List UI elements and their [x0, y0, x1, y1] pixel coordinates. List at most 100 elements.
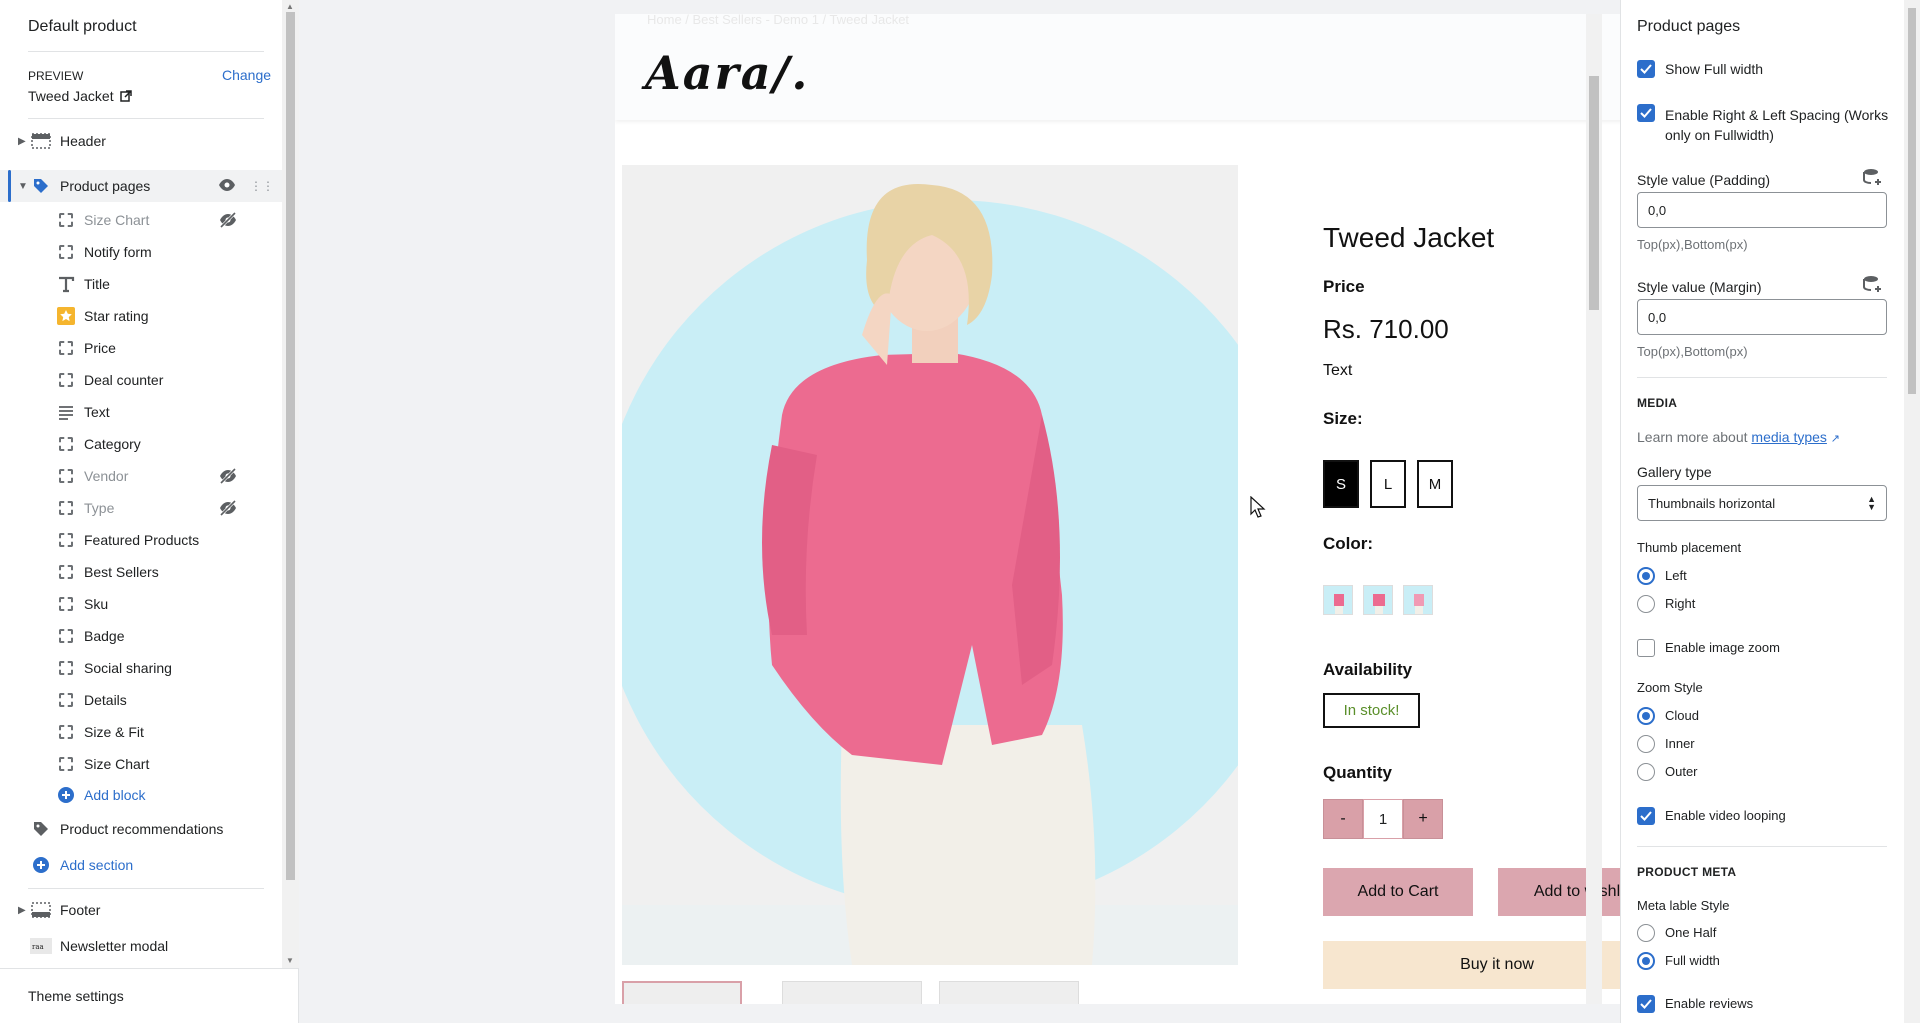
product-thumbnail[interactable]: [622, 981, 742, 1004]
dashed-square-icon: [57, 563, 75, 581]
color-swatch[interactable]: [1403, 585, 1433, 615]
product-thumbnail[interactable]: [939, 981, 1079, 1004]
video-looping-label: Enable video looping: [1665, 808, 1786, 823]
block-item[interactable]: Size Chart: [0, 748, 282, 780]
add-section-button[interactable]: Add section: [0, 849, 282, 881]
eye-icon[interactable]: [218, 178, 236, 195]
dynamic-source-icon[interactable]: [1863, 275, 1883, 293]
block-label: Type: [84, 500, 115, 516]
color-swatch[interactable]: [1363, 585, 1393, 615]
change-preview-link[interactable]: Change: [222, 67, 271, 83]
section-footer[interactable]: ▶ Footer: [0, 894, 282, 926]
section-header[interactable]: ▶ Header: [0, 125, 282, 157]
gallery-type-label: Gallery type: [1637, 464, 1712, 480]
block-item[interactable]: Featured Products: [0, 524, 282, 556]
add-section-label: Add section: [60, 857, 134, 873]
dynamic-source-icon[interactable]: [1863, 168, 1883, 186]
block-label: Badge: [84, 628, 125, 644]
dashed-square-icon: [57, 755, 75, 773]
enable-spacing-checkbox[interactable]: [1637, 104, 1655, 122]
preview-scrollbar-thumb[interactable]: [1589, 76, 1599, 310]
media-types-link[interactable]: media types: [1751, 429, 1826, 445]
show-full-width-checkbox[interactable]: [1637, 60, 1655, 78]
block-item[interactable]: Category: [0, 428, 282, 460]
enable-image-zoom-checkbox[interactable]: [1637, 639, 1655, 657]
meta-one-half-radio[interactable]: [1637, 924, 1655, 942]
drag-handle-icon[interactable]: ⋮⋮: [250, 179, 274, 193]
quantity-decrease-button[interactable]: -: [1323, 799, 1363, 839]
preview-scrollbar[interactable]: [1586, 14, 1602, 1004]
quantity-increase-button[interactable]: +: [1403, 799, 1443, 839]
eye-slash-icon[interactable]: [219, 499, 237, 517]
section-newsletter-modal[interactable]: raa Newsletter modal: [0, 930, 282, 962]
zoom-style-outer-radio[interactable]: [1637, 763, 1655, 781]
size-option-m[interactable]: M: [1417, 460, 1453, 508]
block-item[interactable]: Vendor: [0, 460, 282, 492]
block-item[interactable]: Notify form: [0, 236, 282, 268]
gallery-type-select[interactable]: Thumbnails horizontal ▲ ▼: [1637, 485, 1887, 521]
zoom-cloud-label: Cloud: [1665, 708, 1699, 723]
block-item[interactable]: Title: [0, 268, 282, 300]
eye-slash-icon[interactable]: [219, 211, 237, 229]
breadcrumb[interactable]: Home / Best Sellers - Demo 1 / Tweed Jac…: [647, 14, 909, 27]
left-scrollbar-thumb[interactable]: [286, 12, 295, 880]
meta-full-width-radio[interactable]: [1637, 952, 1655, 970]
settings-scrollbar[interactable]: [1904, 0, 1920, 1023]
external-link-icon: ↗: [1830, 433, 1841, 445]
template-title: Default product: [28, 18, 137, 35]
block-item[interactable]: Sku: [0, 588, 282, 620]
product-thumbnail[interactable]: [782, 981, 922, 1004]
padding-hint: Top(px),Bottom(px): [1637, 237, 1748, 252]
store-logo[interactable]: Aara/.: [645, 46, 809, 100]
section-product-recommendations[interactable]: Product recommendations: [0, 813, 282, 845]
dashed-square-icon: [57, 531, 75, 549]
scroll-up-arrow-icon[interactable]: ▲: [286, 2, 294, 11]
caret-right-icon[interactable]: ▶: [18, 905, 26, 916]
availability-label: Availability: [1323, 660, 1413, 679]
sections-list: Default product PREVIEW Change Tweed Jac…: [0, 0, 282, 968]
block-item[interactable]: Best Sellers: [0, 556, 282, 588]
block-label: Size & Fit: [84, 724, 144, 740]
block-item[interactable]: Badge: [0, 620, 282, 652]
size-option-s[interactable]: S: [1323, 460, 1359, 508]
block-item[interactable]: Size & Fit: [0, 716, 282, 748]
block-item[interactable]: Type: [0, 492, 282, 524]
gallery-type-value: Thumbnails horizontal: [1648, 495, 1776, 511]
preview-product-link[interactable]: Tweed Jacket: [28, 88, 132, 104]
enable-video-looping-checkbox[interactable]: [1637, 807, 1655, 825]
block-item[interactable]: Star rating: [0, 300, 282, 332]
section-product-pages[interactable]: ▼ Product pages ⋮⋮: [0, 170, 282, 202]
zoom-style-cloud-radio[interactable]: [1637, 707, 1655, 725]
add-to-cart-button[interactable]: Add to Cart: [1323, 868, 1473, 916]
padding-input[interactable]: 0,0: [1637, 192, 1887, 228]
block-item[interactable]: Social sharing: [0, 652, 282, 684]
size-option-l[interactable]: L: [1370, 460, 1406, 508]
left-scrollbar[interactable]: ▲ ▼: [282, 0, 299, 968]
block-label: Category: [84, 436, 141, 452]
add-block-button[interactable]: Add block: [0, 779, 282, 811]
scroll-down-arrow-icon[interactable]: ▼: [286, 956, 294, 965]
color-swatch[interactable]: [1323, 585, 1353, 615]
margin-input[interactable]: 0,0: [1637, 299, 1887, 335]
eye-slash-icon[interactable]: [219, 467, 237, 485]
enable-reviews-checkbox[interactable]: [1637, 995, 1655, 1013]
theme-settings-button[interactable]: Theme settings: [0, 968, 299, 1023]
dashed-square-icon: [57, 691, 75, 709]
section-label: Product pages: [60, 178, 151, 194]
block-item[interactable]: Size Chart: [0, 204, 282, 236]
thumb-placement-left-radio[interactable]: [1637, 567, 1655, 585]
dashed-square-icon: [57, 243, 75, 261]
zoom-style-inner-radio[interactable]: [1637, 735, 1655, 753]
thumb-placement-right-radio[interactable]: [1637, 595, 1655, 613]
caret-right-icon[interactable]: ▶: [18, 136, 26, 147]
buy-now-button[interactable]: Buy it now: [1323, 941, 1671, 989]
block-item[interactable]: Details: [0, 684, 282, 716]
left-sidebar: Default product PREVIEW Change Tweed Jac…: [0, 0, 299, 1023]
caret-down-icon[interactable]: ▼: [18, 181, 28, 192]
settings-scrollbar-thumb[interactable]: [1908, 8, 1916, 394]
block-item[interactable]: Price: [0, 332, 282, 364]
block-item[interactable]: Deal counter: [0, 364, 282, 396]
quantity-input[interactable]: 1: [1363, 799, 1403, 839]
product-main-image[interactable]: [622, 165, 1238, 965]
block-item[interactable]: Text: [0, 396, 282, 428]
